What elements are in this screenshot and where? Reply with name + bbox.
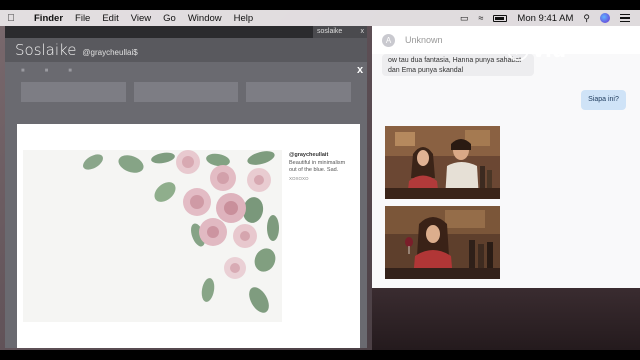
faded-nav-icon: ■ [21, 68, 25, 74]
soslaike-header: Soslaike @graycheullai$ [5, 38, 367, 62]
faded-nav-icon: ■ [68, 68, 72, 74]
menu-help[interactable]: Help [234, 13, 254, 24]
menu-view[interactable]: View [131, 13, 151, 24]
airplay-icon[interactable]: ▭ [460, 13, 469, 24]
browser-tab-label: soslaike [317, 28, 343, 35]
browser-tab[interactable]: soslaike x [313, 26, 367, 38]
photo-wine-scene [385, 206, 500, 279]
photo-bar-scene [385, 126, 500, 199]
faded-profile-nav: ■ ■ ■ [21, 68, 351, 78]
viu-watermark: viu [507, 38, 566, 62]
post-username[interactable]: @graycheullait [289, 152, 353, 158]
menu-app-name[interactable]: Finder [34, 13, 63, 24]
menubar:  Finder File Edit View Go Window Help ▭… [0, 10, 640, 26]
viu-logo-text: viu [532, 38, 567, 62]
desktop-background [372, 288, 640, 350]
wifi-icon[interactable]: ≈ [478, 13, 483, 23]
post-lightbox: @graycheullait Beautiful in minimalism o… [17, 124, 360, 348]
soslaike-window: soslaike x Soslaike @graycheullai$ ■ ■ ■… [5, 26, 367, 348]
menu-file[interactable]: File [75, 13, 90, 24]
notification-center-icon[interactable] [620, 14, 630, 22]
chat-image[interactable] [385, 126, 500, 199]
outgoing-message: Siapa ini? [581, 90, 626, 110]
menu-go[interactable]: Go [163, 13, 176, 24]
avatar: A [382, 33, 395, 47]
faded-thumbnail [246, 82, 352, 102]
post-photo[interactable] [23, 150, 282, 322]
clock[interactable]: Mon 9:41 AM [517, 13, 573, 24]
faded-thumbnail [133, 82, 239, 102]
profile-handle: @graycheullai$ [82, 48, 138, 57]
faded-nav-icon: ■ [44, 68, 49, 74]
faded-thumbnail-row [21, 82, 352, 102]
play-icon [507, 39, 529, 61]
apple-icon[interactable]:  [0, 13, 22, 24]
chat-image[interactable] [385, 206, 500, 279]
chat-header: A Unknown [372, 26, 640, 54]
letterbox-bottom [0, 350, 640, 360]
letterbox-top [0, 0, 640, 10]
siri-icon[interactable] [600, 13, 610, 23]
roses-illustration [23, 150, 282, 322]
page-title: Soslaike [15, 41, 77, 59]
post-caption: @graycheullait Beautiful in minimalism o… [289, 152, 353, 181]
menu-window[interactable]: Window [188, 13, 222, 24]
battery-icon[interactable] [493, 14, 508, 22]
chat-messages[interactable]: ow tau dua fantasia, Hanna punya sahabat… [372, 54, 640, 288]
tab-close-icon[interactable]: x [361, 26, 365, 38]
contact-name: Unknown [405, 35, 443, 45]
chat-panel: A Unknown ow tau dua fantasia, Hanna pun… [372, 26, 640, 288]
post-caption-text: Beautiful in minimalism out of the blue.… [289, 160, 346, 173]
search-icon[interactable]: ⚲ [583, 13, 590, 24]
faded-thumbnail [21, 82, 126, 102]
lightbox-close-button[interactable]: x [357, 64, 363, 76]
post-date: XOXOXO [289, 176, 309, 181]
menu-edit[interactable]: Edit [102, 13, 118, 24]
